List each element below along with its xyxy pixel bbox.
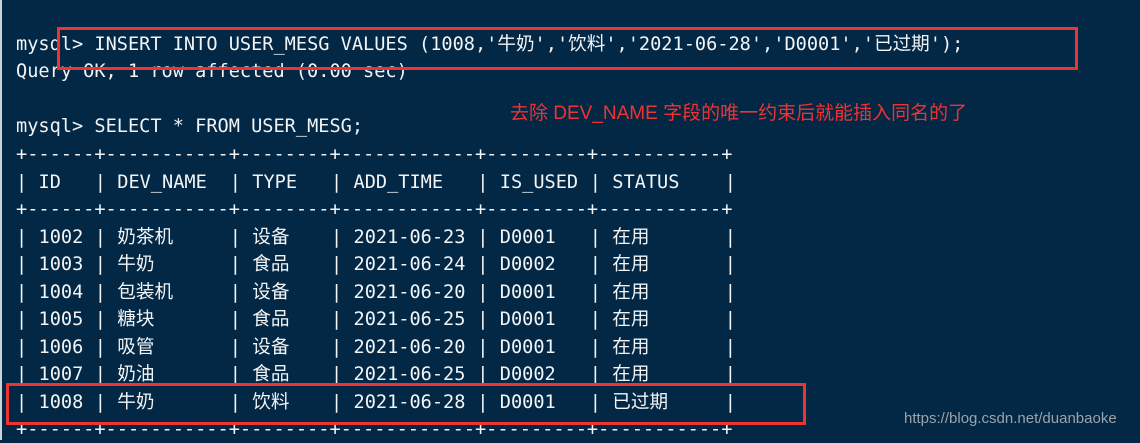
table-cell: DEV_NAME: [117, 171, 207, 193]
table-cell: D0001: [499, 309, 556, 330]
new-row-highlight-box: [6, 383, 806, 425]
cell-separator: |: [94, 309, 106, 330]
table-cell: 包装机: [117, 281, 174, 303]
table-cell: ADD_TIME: [353, 171, 444, 193]
cell-separator: |: [229, 171, 241, 193]
insert-highlight-box: [57, 27, 1078, 70]
table-cell: STATUS: [612, 171, 680, 193]
cell-separator: |: [331, 254, 343, 275]
cell-separator: |: [229, 336, 241, 358]
cell-separator: |: [16, 281, 28, 303]
cell-separator: |: [724, 254, 736, 275]
cell-separator: |: [16, 309, 28, 330]
table-cell: D0001: [499, 336, 556, 358]
cell-separator: |: [477, 336, 489, 358]
table-cell: D0002: [499, 254, 556, 275]
cell-separator: |: [724, 281, 736, 303]
table-cell: IS_USED: [499, 171, 579, 193]
cell-separator: |: [477, 171, 489, 193]
cell-separator: |: [94, 336, 106, 358]
select-command-line: mysql> SELECT * FROM USER_MESG;: [16, 113, 363, 140]
table-cell: D0001: [499, 281, 556, 303]
cell-separator: |: [229, 254, 241, 275]
cell-separator: |: [724, 309, 736, 330]
table-cell: 在用: [612, 226, 650, 248]
cell-separator: |: [724, 336, 736, 358]
table-cell: 1005: [38, 309, 84, 330]
cell-separator: |: [589, 309, 601, 330]
table-cell: 2021-06-25: [353, 309, 466, 330]
table-cell: 食品: [252, 309, 290, 330]
table-cell: 设备: [252, 336, 290, 358]
cell-separator: |: [229, 281, 241, 303]
cell-separator: |: [477, 226, 489, 248]
cell-separator: |: [229, 309, 241, 330]
table-cell: 在用: [612, 254, 650, 275]
cell-separator: |: [589, 226, 601, 248]
cell-separator: |: [589, 254, 601, 275]
cell-separator: |: [589, 336, 601, 358]
table-cell: 1003: [38, 254, 84, 275]
cell-separator: |: [94, 254, 106, 275]
table-cell: 设备: [252, 281, 290, 303]
annotation: 去除 DEV_NAME 字段的唯一约束后就能插入同名的了: [510, 103, 968, 124]
cell-separator: |: [477, 254, 489, 275]
cell-separator: |: [589, 281, 601, 303]
table-cell: 在用: [612, 281, 650, 303]
table-cell: 食品: [252, 254, 290, 275]
cell-separator: |: [94, 226, 106, 248]
cell-separator: |: [94, 171, 106, 193]
cell-separator: |: [331, 226, 343, 248]
cell-separator: |: [724, 226, 736, 248]
cell-separator: |: [331, 309, 343, 330]
table-cell: 2021-06-20: [353, 336, 466, 358]
table-cell: 奶茶机: [117, 226, 174, 248]
table-cell: 吸管: [117, 336, 155, 358]
cell-separator: |: [16, 254, 28, 275]
table-cell: ID: [38, 171, 61, 193]
table-cell: 糖块: [117, 309, 155, 330]
table-cell: 2021-06-20: [353, 281, 466, 303]
cell-separator: |: [16, 336, 28, 358]
table-cell: 2021-06-23: [353, 226, 466, 248]
cell-separator: |: [331, 336, 343, 358]
table-cell: 1004: [38, 281, 84, 303]
prompt: mysql>: [16, 116, 95, 137]
cell-separator: |: [16, 226, 28, 248]
cell-separator: |: [724, 171, 736, 193]
table-cell: 牛奶: [117, 254, 155, 275]
cell-separator: |: [94, 281, 106, 303]
cell-separator: |: [477, 309, 489, 330]
cell-separator: |: [331, 281, 343, 303]
cell-separator: |: [229, 226, 241, 248]
cell-separator: |: [589, 171, 601, 193]
table-cell: 2021-06-24: [353, 254, 466, 275]
table-cell: 在用: [612, 336, 650, 358]
table-cell: TYPE: [252, 171, 298, 193]
table-border: +------+-----------+--------+-----------…: [16, 144, 733, 165]
table-cell: 设备: [252, 226, 290, 248]
cell-separator: |: [331, 171, 343, 193]
table-cell: 在用: [612, 309, 650, 330]
cell-separator: |: [16, 171, 28, 193]
table-cell: 1006: [38, 336, 84, 358]
table-cell: 1002: [38, 226, 84, 248]
select-command: SELECT * FROM USER_MESG;: [94, 116, 364, 137]
table-cell: D0001: [499, 226, 556, 248]
cell-separator: |: [477, 281, 489, 303]
table-border: +------+-----------+--------+-----------…: [16, 199, 733, 220]
watermark: https://blog.csdn.net/duanbaoke: [904, 410, 1117, 427]
